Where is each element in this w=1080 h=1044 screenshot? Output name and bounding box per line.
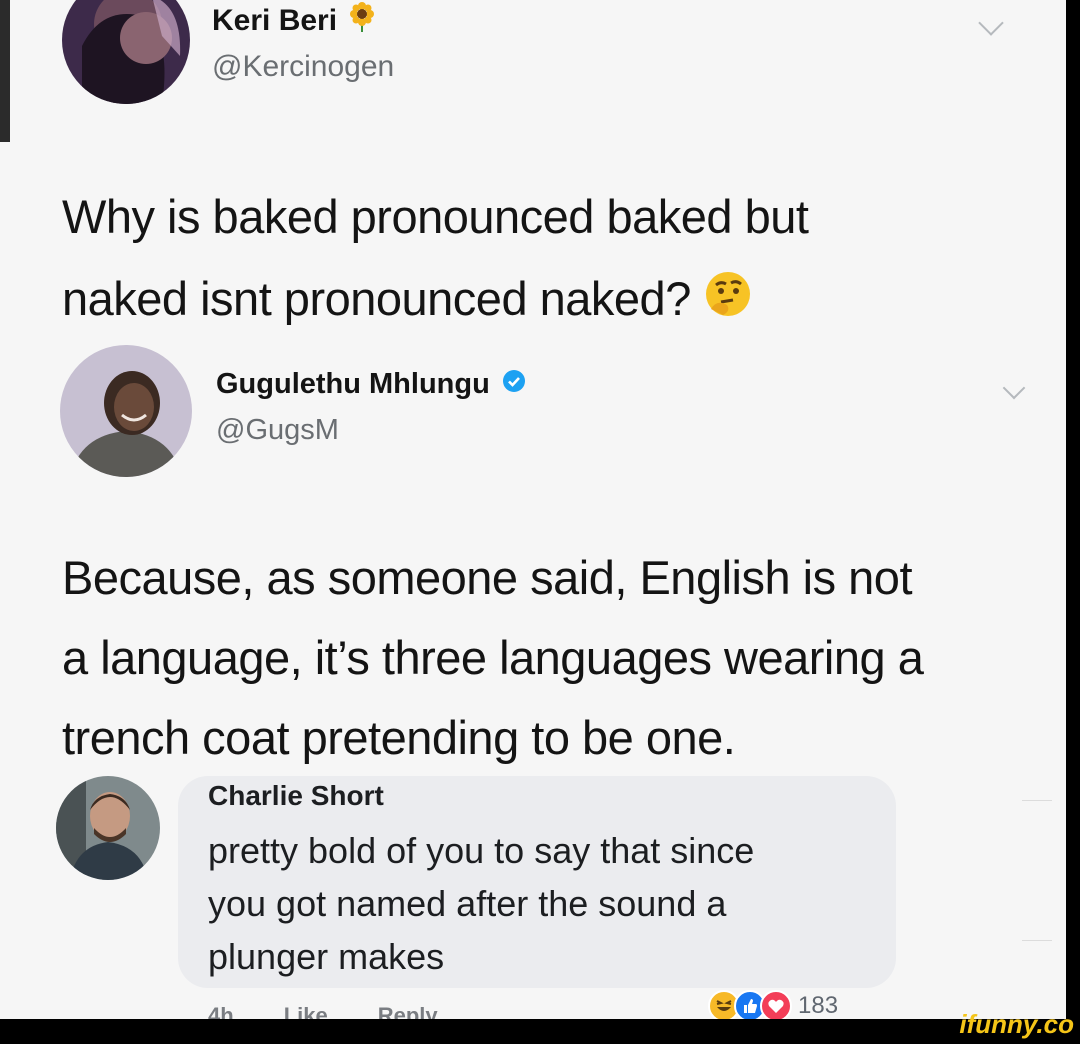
verified-badge-icon	[502, 368, 526, 401]
tweet1-line2: naked isnt pronounced naked?	[62, 272, 691, 325]
tweet2-line3: trench coat pretending to be one.	[62, 711, 736, 764]
reactions-summary[interactable]: 183	[708, 990, 838, 1019]
comment-actions: 4h Like Reply	[208, 1003, 438, 1019]
tweet1-line1: Why is baked pronounced baked but	[62, 190, 809, 243]
sunflower-icon	[349, 2, 375, 40]
reply-link[interactable]: Reply	[378, 1003, 438, 1019]
tweet1-text: Why is baked pronounced baked but naked …	[62, 176, 809, 344]
gugulethu-name-text: Gugulethu Mhlungu	[216, 368, 490, 400]
comment-author[interactable]: Charlie Short	[208, 780, 384, 812]
gugulethu-name[interactable]: Gugulethu Mhlungu	[216, 368, 526, 401]
like-link[interactable]: Like	[284, 1003, 328, 1019]
ifunny-watermark: ifunny.co	[959, 1009, 1074, 1039]
keri-handle[interactable]: @Kercinogen	[212, 50, 394, 84]
keri-name-text: Keri Beri	[212, 4, 338, 37]
divider	[1022, 940, 1052, 941]
keri-avatar[interactable]	[62, 0, 190, 104]
divider	[1022, 800, 1052, 801]
thinking-face-icon	[703, 262, 753, 344]
gugulethu-handle[interactable]: @GugsM	[216, 414, 339, 447]
gugulethu-avatar[interactable]	[60, 345, 192, 477]
keri-name[interactable]: Keri Beri	[212, 2, 375, 40]
comment-line3: plunger makes	[208, 936, 445, 977]
chevron-down-icon[interactable]	[1002, 376, 1026, 400]
charlie-avatar[interactable]	[56, 776, 160, 880]
tweet2-line2: a language, it’s three languages wearing…	[62, 631, 924, 684]
comment-text: pretty bold of you to say that since you…	[208, 824, 888, 983]
reaction-count: 183	[798, 992, 839, 1019]
comment-line1: pretty bold of you to say that since	[208, 830, 755, 871]
edge-bar	[0, 0, 10, 142]
screenshot-area: Keri Beri @Kercinogen Why is baked prono…	[0, 0, 1066, 1019]
comment-time: 4h	[208, 1003, 234, 1019]
tweet2-line1: Because, as someone said, English is not	[62, 551, 913, 604]
tweet2-text: Because, as someone said, English is not…	[62, 538, 924, 778]
chevron-down-icon[interactable]	[978, 10, 1004, 36]
comment-line2: you got named after the sound a	[208, 883, 727, 924]
love-reaction-icon	[760, 990, 792, 1019]
